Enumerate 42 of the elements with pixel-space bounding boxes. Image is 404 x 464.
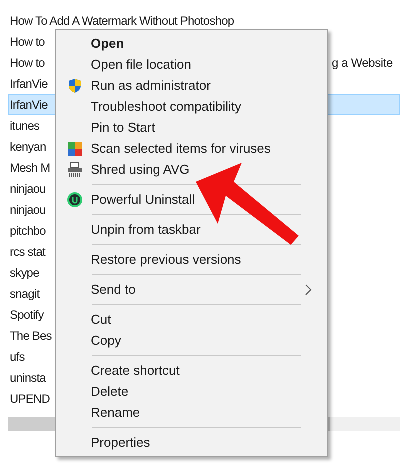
file-name[interactable]: pitchbo <box>10 222 46 240</box>
menu-item[interactable]: Delete <box>56 381 327 402</box>
menu-item[interactable]: Shred using AVG <box>56 159 327 180</box>
menu-item[interactable]: Pin to Start <box>56 117 327 138</box>
file-name[interactable]: UPEND <box>10 390 50 408</box>
file-name[interactable]: Spotify <box>10 306 44 324</box>
file-name[interactable]: The Bes <box>10 326 52 344</box>
file-name[interactable]: rcs stat <box>10 242 46 260</box>
menu-item[interactable]: Properties <box>56 432 327 453</box>
file-name[interactable]: g a Website <box>332 54 393 72</box>
shield-icon <box>67 78 83 94</box>
letter-circle-icon <box>67 192 83 208</box>
chevron-right-icon <box>305 284 313 296</box>
menu-item[interactable]: Cut <box>56 309 327 330</box>
menu-item[interactable]: Create shortcut <box>56 360 327 381</box>
file-name[interactable]: How to <box>10 32 45 50</box>
shredder-icon <box>67 162 83 178</box>
file-name[interactable]: IrfanVie <box>10 74 48 92</box>
menu-item[interactable]: Restore previous versions <box>56 249 327 270</box>
menu-item[interactable]: Open file location <box>56 54 327 75</box>
menu-item[interactable]: Powerful Uninstall <box>56 189 327 210</box>
colored-squares-icon <box>67 140 83 156</box>
menu-item[interactable]: Unpin from taskbar <box>56 219 327 240</box>
menu-item[interactable]: Send to <box>56 279 327 300</box>
file-name[interactable]: itunes <box>10 116 40 134</box>
file-name[interactable]: ninjaou <box>10 200 46 218</box>
menu-item[interactable]: Troubleshoot compatibility <box>56 96 327 117</box>
menu-item[interactable]: Scan selected items for viruses <box>56 138 327 159</box>
file-name[interactable]: kenyan <box>10 138 46 156</box>
file-name[interactable]: Mesh M <box>10 158 50 176</box>
file-name[interactable]: ninjaou <box>10 180 46 198</box>
menu-item[interactable]: Run as administrator <box>56 75 327 96</box>
file-name[interactable]: uninsta <box>10 368 46 386</box>
menu-item[interactable]: Rename <box>56 402 327 423</box>
file-name[interactable]: How To Add A Watermark Without Photoshop <box>10 12 234 30</box>
file-name[interactable]: How to <box>10 54 45 72</box>
menu-item[interactable]: Copy <box>56 330 327 351</box>
file-name[interactable]: snagit <box>10 284 40 302</box>
menu-item[interactable]: Open <box>56 33 327 54</box>
file-name[interactable]: ufs <box>10 348 25 366</box>
file-name[interactable]: IrfanVie <box>10 96 48 114</box>
file-name[interactable]: skype <box>10 264 40 282</box>
